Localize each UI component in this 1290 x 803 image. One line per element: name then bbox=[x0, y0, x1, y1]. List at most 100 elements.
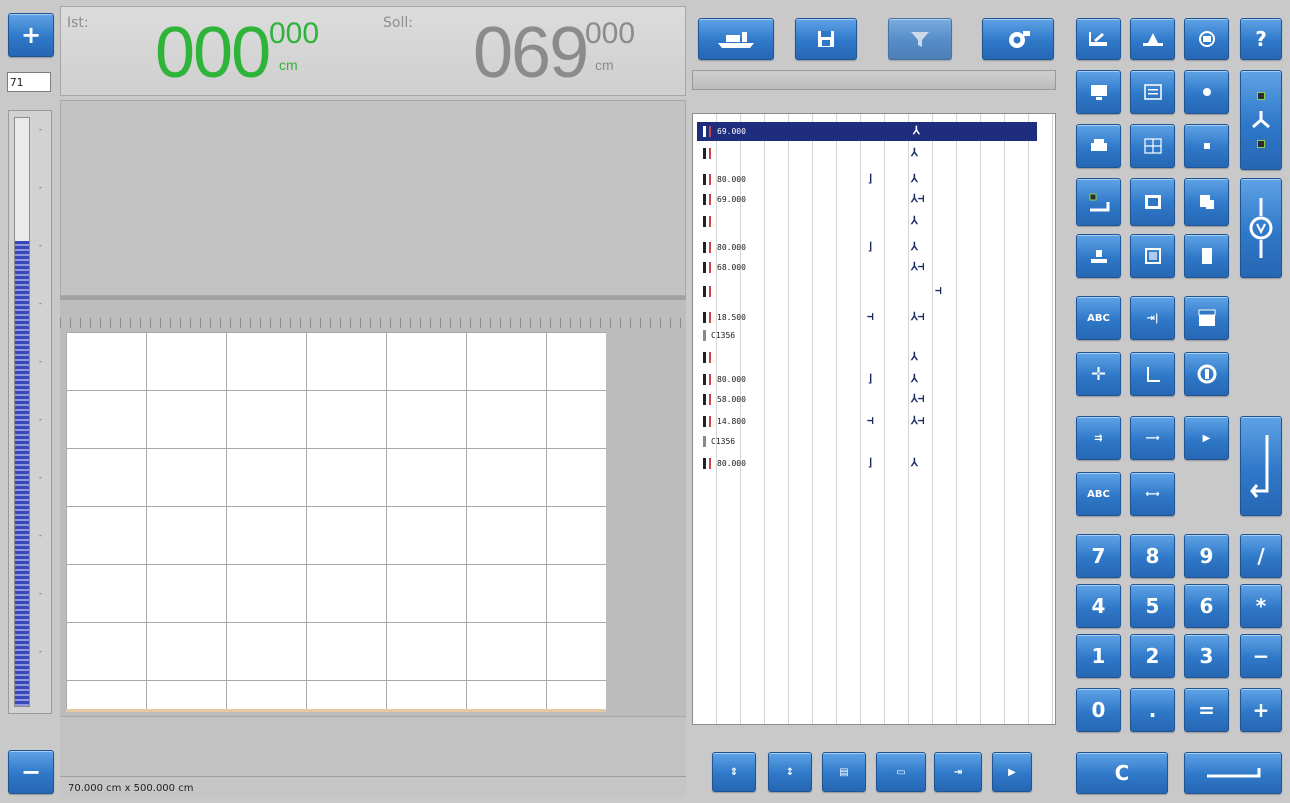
tool-a-icon[interactable] bbox=[1076, 18, 1121, 60]
feed-icon[interactable] bbox=[1076, 234, 1121, 278]
key-equals[interactable]: = bbox=[1184, 688, 1229, 732]
value-input[interactable]: 71 bbox=[7, 72, 51, 92]
step-up-icon[interactable]: ↕ bbox=[768, 752, 812, 792]
list-item[interactable]: 80.000 ⌋ ⅄ bbox=[699, 456, 1043, 471]
ruler-icon[interactable]: ▭ bbox=[876, 752, 926, 792]
line-icon[interactable]: ⟶ bbox=[1130, 416, 1175, 460]
key-2[interactable]: 2 bbox=[1130, 634, 1175, 678]
stack-icon[interactable]: ▤ bbox=[822, 752, 866, 792]
forward-icon[interactable]: ▶ bbox=[1184, 416, 1229, 460]
enter-icon[interactable] bbox=[1240, 416, 1282, 516]
align-icon[interactable] bbox=[1076, 178, 1121, 226]
key-1[interactable]: 1 bbox=[1076, 634, 1121, 678]
abc-icon[interactable]: ABC bbox=[1076, 472, 1121, 516]
key-6[interactable]: 6 bbox=[1184, 584, 1229, 628]
row-icon bbox=[703, 148, 711, 159]
list-item[interactable]: 80.000 ⌋ ⅄ bbox=[699, 240, 1043, 255]
text-edit-icon[interactable]: ABC bbox=[1076, 296, 1121, 340]
ist-fraction: 000 bbox=[269, 17, 320, 50]
list-item[interactable]: ⅄ bbox=[699, 350, 1043, 365]
list-item[interactable]: 69.000 ⅄⊣ bbox=[699, 192, 1043, 207]
sheet-icon[interactable] bbox=[1184, 18, 1229, 60]
decrease-button[interactable]: − bbox=[8, 750, 54, 794]
list-item[interactable]: ⅄ bbox=[699, 146, 1043, 161]
status-bar: 70.000 cm x 500.000 cm bbox=[60, 776, 686, 798]
corner-icon[interactable] bbox=[1130, 352, 1175, 396]
grid-view-icon[interactable] bbox=[1130, 124, 1175, 168]
copy-icon[interactable] bbox=[1184, 178, 1229, 226]
scale-tick: - bbox=[39, 473, 42, 482]
indicator-icon bbox=[1257, 140, 1265, 148]
layout-grid[interactable] bbox=[66, 332, 606, 712]
list-item[interactable]: 18.500 ⊣ ⅄⊣ bbox=[699, 310, 1043, 325]
list-item[interactable]: C1356 bbox=[699, 328, 1043, 343]
dimension-readout: 70.000 cm x 500.000 cm bbox=[68, 783, 194, 794]
list-item[interactable]: 80.000 ⌋ ⅄ bbox=[699, 172, 1043, 187]
tool-b-icon[interactable] bbox=[1130, 18, 1175, 60]
frame-icon[interactable] bbox=[1130, 178, 1175, 226]
monitor-icon[interactable] bbox=[1076, 70, 1121, 114]
split-icon[interactable]: ⇉ bbox=[1076, 416, 1121, 460]
next-icon[interactable]: ▶ bbox=[992, 752, 1032, 792]
move-icon[interactable]: ✛ bbox=[1076, 352, 1121, 396]
tool-mark-icon: ⅄ bbox=[911, 372, 918, 385]
list-item[interactable]: 69.000 ⅄ bbox=[699, 124, 1043, 139]
key-decimal[interactable]: . bbox=[1130, 688, 1175, 732]
blade-mode-icon[interactable] bbox=[1240, 70, 1282, 170]
key-8[interactable]: 8 bbox=[1130, 534, 1175, 578]
key-multiply[interactable]: * bbox=[1240, 584, 1282, 628]
row-icon bbox=[703, 330, 711, 341]
gear-icon[interactable] bbox=[982, 18, 1054, 60]
soll-unit: cm bbox=[595, 57, 614, 73]
page-icon[interactable] bbox=[1130, 234, 1175, 278]
list-view-icon[interactable] bbox=[1130, 70, 1175, 114]
ruler-ticks bbox=[60, 318, 686, 328]
key-7[interactable]: 7 bbox=[1076, 534, 1121, 578]
program-list[interactable]: 69.000 ⅄ ⅄ 80.000 ⌋ ⅄ 69.000 ⅄⊣ ⅄ 80.000 ⌋ ⅄ … bbox=[692, 113, 1056, 725]
key-plus[interactable]: + bbox=[1240, 688, 1282, 732]
step-icon[interactable]: ⇕ bbox=[712, 752, 756, 792]
list-item[interactable]: 58.000 ⅄⊣ bbox=[699, 392, 1043, 407]
list-item[interactable]: C1356 bbox=[699, 434, 1043, 449]
dot-icon[interactable] bbox=[1184, 124, 1229, 168]
clear-button[interactable]: C bbox=[1076, 752, 1168, 794]
row-icon bbox=[703, 242, 711, 253]
list-item[interactable]: 68.000 ⅄⊣ bbox=[699, 260, 1043, 275]
help-icon[interactable]: ? bbox=[1240, 18, 1282, 60]
refresh-icon[interactable] bbox=[1184, 352, 1229, 396]
key-3[interactable]: 3 bbox=[1184, 634, 1229, 678]
scale-track[interactable] bbox=[14, 117, 30, 707]
tool-mark-icon: ⅄ bbox=[911, 350, 918, 363]
key-0[interactable]: 0 bbox=[1076, 688, 1121, 732]
key-5[interactable]: 5 bbox=[1130, 584, 1175, 628]
mode-icon[interactable]: ⟷ bbox=[1130, 472, 1175, 516]
increase-button[interactable]: + bbox=[8, 13, 54, 57]
play-icon[interactable]: ⇥ bbox=[934, 752, 982, 792]
scale-tick: - bbox=[39, 647, 42, 656]
filter-icon[interactable] bbox=[888, 18, 952, 60]
print-icon[interactable] bbox=[1076, 124, 1121, 168]
tool-mark-icon: ⅄ bbox=[911, 240, 918, 253]
save-icon[interactable] bbox=[795, 18, 857, 60]
enter-bar-icon[interactable] bbox=[1184, 752, 1282, 794]
row-icon bbox=[703, 394, 711, 405]
row-icon bbox=[703, 262, 711, 273]
star-icon[interactable] bbox=[1184, 70, 1229, 114]
key-divide[interactable]: / bbox=[1240, 534, 1282, 578]
door-icon[interactable] bbox=[1184, 234, 1229, 278]
list-item[interactable]: 80.000 ⌋ ⅄ bbox=[699, 372, 1043, 387]
speed-icon[interactable] bbox=[1240, 178, 1282, 278]
ist-label: Ist: bbox=[67, 15, 89, 31]
sheet-layout-icon[interactable] bbox=[1184, 296, 1229, 340]
key-9[interactable]: 9 bbox=[1184, 534, 1229, 578]
ship-icon[interactable] bbox=[698, 18, 774, 60]
scale-fill bbox=[15, 241, 29, 706]
list-item[interactable]: ⅄ bbox=[699, 214, 1043, 229]
list-item[interactable]: ⊣ bbox=[699, 284, 1043, 299]
tool-mark-icon: ⅄⊣ bbox=[911, 260, 925, 273]
key-minus[interactable]: − bbox=[1240, 634, 1282, 678]
list-item[interactable]: 14.800 ⊣ ⅄⊣ bbox=[699, 414, 1043, 429]
key-4[interactable]: 4 bbox=[1076, 584, 1121, 628]
skip-icon[interactable]: ⇥| bbox=[1130, 296, 1175, 340]
tool-mark-icon: ⅄ bbox=[913, 124, 920, 137]
